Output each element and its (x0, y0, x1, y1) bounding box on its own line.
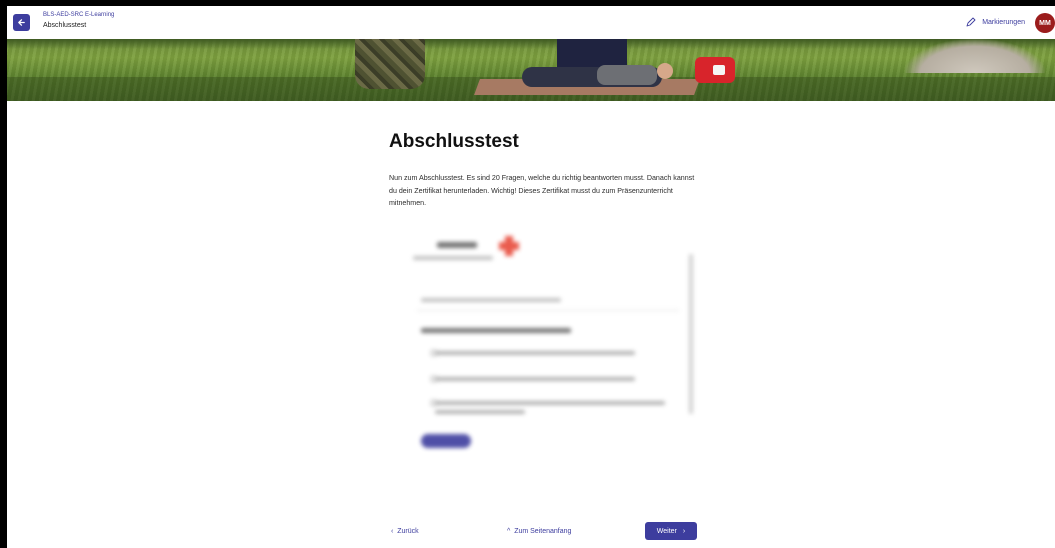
top-bar: BLS-AED-SRC E-Learning Abschlusstest Mar… (7, 6, 1055, 39)
previous-button[interactable]: ‹ Zurück (391, 528, 419, 535)
chevron-up-icon: ^ (507, 528, 511, 535)
lesson-heading: Abschlusstest (389, 131, 519, 152)
page-title: Abschlusstest (43, 22, 87, 29)
embedded-quiz-frame[interactable] (399, 228, 697, 458)
scroll-to-top-label: Zum Seitenanfang (514, 528, 572, 535)
chevron-right-icon: › (682, 527, 686, 535)
hero-image (7, 39, 1055, 101)
lesson-intro: Nun zum Abschlusstest. Es sind 20 Fragen… (389, 174, 695, 207)
lesson-content: Abschlusstest Nun zum Abschlusstest. Es … (389, 131, 699, 210)
lesson-navigation: ‹ Zurück ^ Zum Seitenanfang Weiter › (7, 522, 1055, 548)
next-button[interactable]: Weiter › (645, 522, 697, 540)
previous-label: Zurück (397, 528, 419, 535)
back-button[interactable] (13, 14, 30, 31)
scroll-to-top-button[interactable]: ^ Zum Seitenanfang (507, 528, 571, 535)
markings-button[interactable]: Markierungen (966, 17, 1025, 27)
red-cross-icon (499, 236, 519, 256)
next-label: Weiter (656, 527, 677, 535)
avatar[interactable]: MM (1035, 13, 1055, 33)
arrow-left-icon (18, 19, 25, 26)
course-name[interactable]: BLS-AED-SRC E-Learning (43, 12, 114, 18)
app-window: BLS-AED-SRC E-Learning Abschlusstest Mar… (7, 6, 1055, 548)
chevron-left-icon: ‹ (391, 528, 394, 535)
pen-icon (966, 17, 976, 27)
markings-label: Markierungen (982, 18, 1025, 26)
